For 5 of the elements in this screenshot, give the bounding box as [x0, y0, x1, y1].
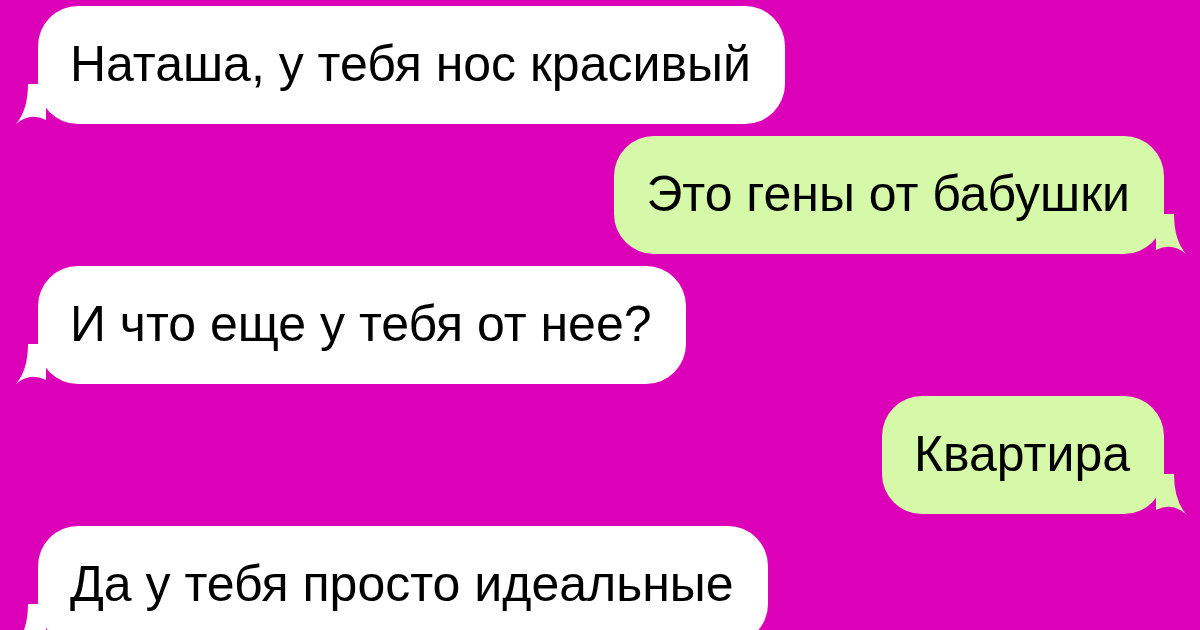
message-text: Это гены от бабушки [646, 165, 1130, 224]
message-text: И что еще у тебя от нее? [70, 295, 652, 354]
message-text: Наташа, у тебя нос красивый [70, 35, 751, 94]
message-text: Квартира [913, 425, 1130, 484]
message-text: Да у тебя просто идеальные [70, 555, 734, 614]
